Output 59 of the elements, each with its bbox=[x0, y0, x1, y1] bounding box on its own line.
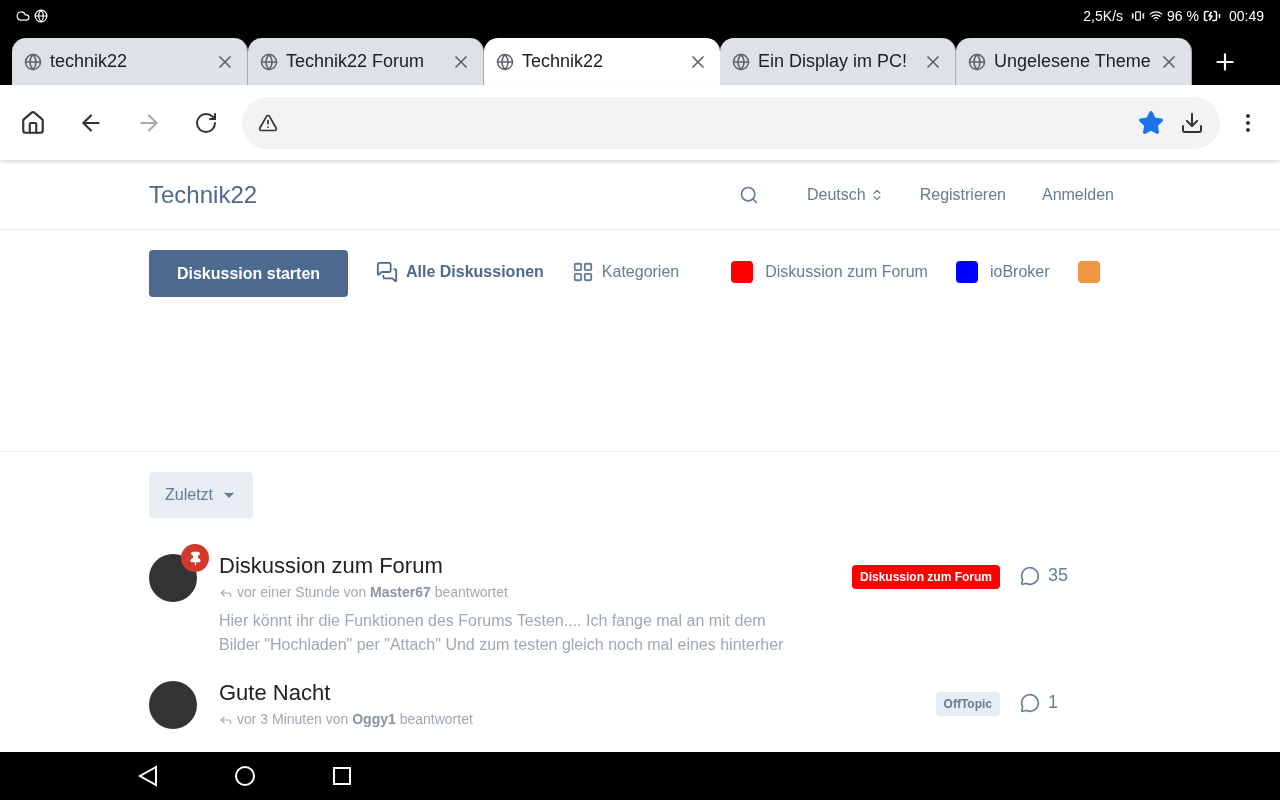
tab-title: technik22 bbox=[50, 50, 129, 73]
reply-count: 1 bbox=[1048, 691, 1058, 714]
site-icon bbox=[968, 52, 986, 71]
speech-bubbles-icon bbox=[376, 261, 398, 283]
back-triangle-icon[interactable] bbox=[138, 765, 158, 787]
register-link[interactable]: Registrieren bbox=[919, 182, 1006, 207]
avatar[interactable] bbox=[149, 681, 197, 729]
tab-title: Technik22 bbox=[522, 50, 605, 73]
network-speed: 2,5K/s bbox=[1083, 6, 1124, 26]
cloud-icon bbox=[16, 9, 30, 23]
download-icon[interactable] bbox=[1180, 110, 1204, 135]
tag-link[interactable]: ioBroker bbox=[989, 260, 1050, 284]
tag-color-square[interactable] bbox=[731, 261, 754, 283]
battery-percent: 96 % bbox=[1167, 6, 1199, 26]
site-icon bbox=[496, 52, 514, 71]
discussion-meta: vor einer Stunde von Master67 beantwortet bbox=[237, 583, 508, 602]
reload-icon[interactable] bbox=[194, 110, 218, 135]
comment-icon bbox=[1020, 565, 1040, 586]
site-icon bbox=[260, 52, 278, 71]
grid-icon bbox=[571, 261, 594, 283]
home-circle-icon[interactable] bbox=[234, 765, 256, 787]
language-selector[interactable]: Deutsch bbox=[807, 182, 884, 207]
bookmark-star-icon[interactable] bbox=[1138, 109, 1164, 136]
globe-icon bbox=[34, 9, 48, 23]
browser-tab[interactable]: Ein Display im PC! bbox=[720, 38, 956, 85]
discussion-title[interactable]: Gute Nacht bbox=[219, 679, 936, 707]
site-icon bbox=[732, 52, 750, 71]
tag-color-square[interactable] bbox=[1077, 261, 1100, 283]
discussion-title[interactable]: Diskussion zum Forum bbox=[219, 552, 852, 580]
search-icon[interactable] bbox=[739, 184, 759, 205]
clock: 00:49 bbox=[1228, 6, 1264, 26]
site-title[interactable]: Technik22 bbox=[149, 176, 258, 213]
warning-icon bbox=[258, 112, 278, 133]
tag-link[interactable]: Diskussion zum Forum bbox=[765, 260, 928, 284]
avatar[interactable] bbox=[149, 554, 197, 602]
all-discussions-link[interactable]: Alle Diskussionen bbox=[376, 250, 544, 294]
wifi-icon bbox=[1149, 9, 1164, 23]
tab-title: Technik22 Forum bbox=[286, 50, 426, 73]
browser-tab[interactable]: Ungelesene Theme bbox=[956, 38, 1192, 85]
comment-icon bbox=[1020, 692, 1040, 713]
discussion-meta: vor 3 Minuten von Oggy1 beantwortet bbox=[237, 710, 473, 729]
recents-square-icon[interactable] bbox=[332, 766, 352, 786]
browser-tab[interactable]: Technik22 bbox=[484, 38, 720, 85]
home-icon[interactable] bbox=[20, 109, 46, 136]
browser-tab[interactable]: technik22 bbox=[12, 38, 248, 85]
category-tag[interactable]: OffTopic bbox=[935, 692, 1000, 716]
login-link[interactable]: Anmelden bbox=[1041, 182, 1114, 207]
tab-title: Ungelesene Theme bbox=[994, 50, 1151, 73]
tag-color-square[interactable] bbox=[955, 261, 978, 283]
tab-title: Ein Display im PC! bbox=[758, 50, 909, 73]
start-discussion-button[interactable]: Diskussion starten bbox=[149, 250, 348, 297]
site-icon bbox=[24, 52, 42, 71]
category-tag[interactable]: Diskussion zum Forum bbox=[851, 565, 1000, 589]
browser-tab[interactable]: Technik22 Forum bbox=[248, 38, 484, 85]
vibrate-icon bbox=[1131, 9, 1146, 23]
reply-count: 35 bbox=[1048, 564, 1069, 587]
categories-link[interactable]: Kategorien bbox=[571, 250, 680, 294]
sort-dropdown[interactable]: Zuletzt bbox=[149, 472, 253, 518]
discussion-excerpt: Hier könnt ihr die Funktionen des Forums Testen.... Ich fange mal an mit dem Bilder "Hochladen" per "Attach" Und zum testen gleich noch mal eines hinterher bbox=[219, 611, 785, 655]
